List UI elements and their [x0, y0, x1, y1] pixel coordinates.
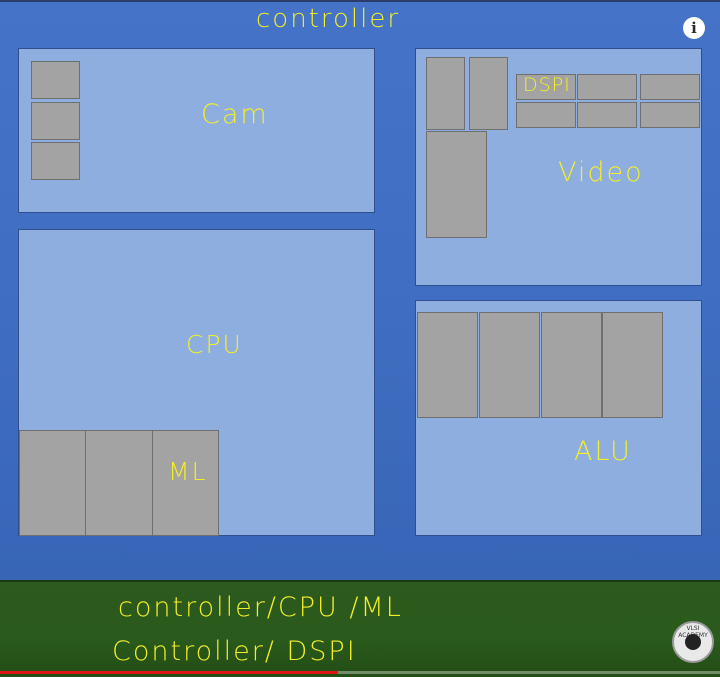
- cam-block: Cam: [18, 48, 375, 213]
- dsp-cell-4: [516, 102, 576, 128]
- ml-cell-1: [19, 430, 86, 536]
- dspi-label: DSPI: [523, 74, 571, 96]
- video-progress-bar[interactable]: [0, 671, 720, 674]
- cam-label: Cam: [201, 99, 269, 130]
- cam-cell-1: [31, 61, 80, 99]
- alu-cell-2: [479, 312, 540, 418]
- notes-line-1: controller/CPU /ML: [118, 592, 403, 623]
- dspi-cell: DSPI: [516, 74, 576, 100]
- alu-cell-4: [602, 312, 663, 418]
- dsp-cell-3: [640, 74, 700, 100]
- video-cell-2: [469, 57, 508, 130]
- watermark-chip-icon: [685, 634, 701, 650]
- info-icon[interactable]: i: [683, 17, 705, 39]
- dsp-cell-5: [577, 102, 637, 128]
- alu-cell-3: [541, 312, 602, 418]
- notes-line-2: Controller/ DSPI: [112, 636, 357, 667]
- dsp-cell-2: [577, 74, 637, 100]
- alu-label: ALU: [574, 436, 632, 467]
- video-block: DSPI Video: [415, 48, 702, 286]
- diagram-canvas: controller Cam CPU ML DSPI Video ALU i: [0, 0, 720, 580]
- video-cell-3: [426, 131, 487, 238]
- cam-cell-2: [31, 102, 80, 140]
- ml-label: ML: [168, 457, 208, 486]
- watermark-logo: VLSI ACADEMY: [672, 621, 714, 663]
- cpu-label: CPU: [186, 330, 243, 359]
- video-cell-1: [426, 57, 465, 130]
- cpu-block: CPU ML: [18, 229, 375, 536]
- ml-cell-2: [85, 430, 153, 536]
- alu-cell-1: [417, 312, 478, 418]
- dsp-cell-6: [640, 102, 700, 128]
- notes-board: controller/CPU /ML Controller/ DSPI: [0, 580, 720, 677]
- diagram-title: controller: [256, 4, 401, 34]
- video-label: Video: [558, 157, 644, 188]
- video-progress-fill: [0, 671, 339, 674]
- alu-block: ALU: [415, 300, 702, 536]
- cam-cell-3: [31, 142, 80, 180]
